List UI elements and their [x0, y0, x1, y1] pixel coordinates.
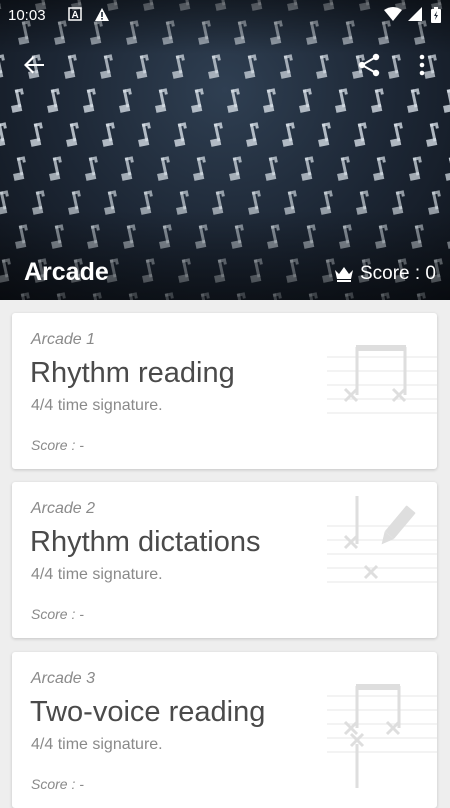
- total-score-label: Score : 0: [360, 263, 436, 285]
- card-description: 4/4 time signature.: [31, 736, 163, 754]
- share-button[interactable]: [349, 45, 389, 85]
- card-title: Two-voice reading: [30, 696, 265, 729]
- battery-icon: [431, 7, 441, 27]
- arcade-card-3[interactable]: Arcade 3 Two-voice reading 4/4 time sign…: [12, 652, 437, 808]
- status-time: 10:03: [8, 7, 46, 24]
- rhythm-reading-illustration: [327, 327, 437, 457]
- notification-a-icon: A: [68, 7, 82, 25]
- card-subtitle: Arcade 1: [31, 331, 95, 349]
- more-options-button[interactable]: [402, 45, 442, 85]
- card-score: Score : -: [31, 776, 84, 792]
- more-vert-icon: [419, 54, 425, 76]
- arcade-card-2[interactable]: Arcade 2 Rhythm dictations 4/4 time sign…: [12, 482, 437, 638]
- card-title: Rhythm reading: [30, 357, 235, 390]
- total-score: Score : 0: [334, 263, 436, 285]
- card-title: Rhythm dictations: [30, 526, 261, 559]
- rhythm-dictation-illustration: [327, 496, 437, 626]
- share-icon: [357, 53, 381, 77]
- arrow-back-icon: [23, 54, 45, 76]
- wifi-icon: [384, 7, 402, 26]
- status-bar: 10:03 A: [0, 0, 450, 32]
- card-score: Score : -: [31, 437, 84, 453]
- warning-icon: [94, 7, 110, 26]
- page-title: Arcade: [24, 258, 109, 287]
- card-subtitle: Arcade 2: [31, 500, 95, 518]
- card-description: 4/4 time signature.: [31, 566, 163, 584]
- signal-icon: [408, 7, 422, 26]
- arcade-card-1[interactable]: Arcade 1 Rhythm reading 4/4 time signatu…: [12, 313, 437, 469]
- svg-text:A: A: [72, 10, 79, 21]
- card-description: 4/4 time signature.: [31, 397, 163, 415]
- back-button[interactable]: [14, 45, 54, 85]
- crown-icon: [334, 266, 354, 282]
- two-voice-illustration: [327, 666, 437, 796]
- card-score: Score : -: [31, 606, 84, 622]
- card-subtitle: Arcade 3: [31, 670, 95, 688]
